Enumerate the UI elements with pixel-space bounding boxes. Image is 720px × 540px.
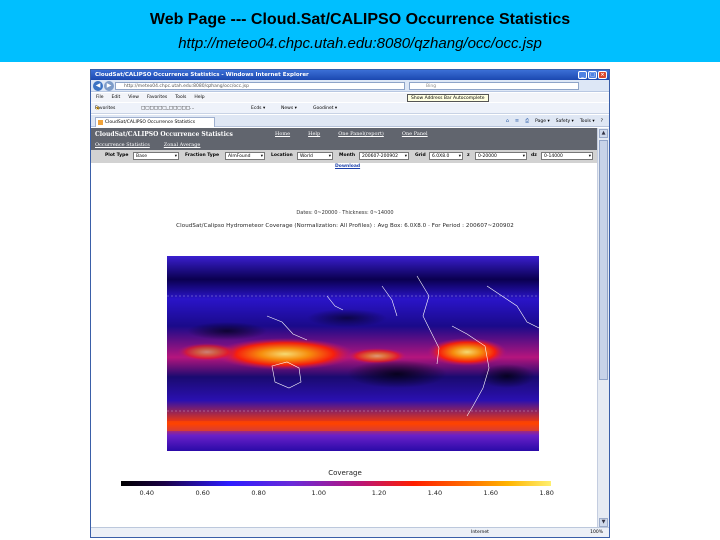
month-select[interactable]: 200607-200902 (359, 152, 409, 160)
window-title: CloudSat/CALIPSO Occurrence Statistics -… (95, 72, 309, 78)
tab-zonal-average[interactable]: Zonal Average (164, 142, 201, 148)
page-content: CloudSat/CALIPSO Occurrence Statistics H… (91, 128, 599, 528)
slide-title: Web Page --- Cloud.Sat/CALIPSO Occurrenc… (149, 11, 571, 28)
fav-link[interactable]: □□□□□□_□□□□□... (141, 103, 194, 114)
forward-icon[interactable]: ▶ (104, 81, 114, 91)
colorbar-ticks: 0.40 0.60 0.80 1.00 1.20 1.40 1.60 1.80 (121, 489, 554, 499)
dz-select[interactable]: 0-14000 (541, 152, 593, 160)
z-select[interactable]: 0-20000 (475, 152, 527, 160)
menu-file[interactable]: File (96, 93, 104, 102)
page-icon (98, 120, 103, 125)
location-select[interactable]: World (297, 152, 333, 160)
link-home[interactable]: Home (275, 131, 290, 137)
status-zone: Internet (471, 530, 489, 535)
favorites-bar: ★ Favorites □□□□□□_□□□□□... Ecds ▾ News … (91, 103, 609, 114)
control-bar: Plot Type Base Fraction Type AlmFound Lo… (91, 150, 599, 163)
download-link[interactable]: Download (335, 164, 360, 169)
link-help[interactable]: Help (308, 131, 320, 137)
colorbar-tick-label: 1.80 (539, 489, 554, 497)
menu-favorites[interactable]: Favorites (147, 93, 167, 102)
location-label: Location (271, 153, 293, 158)
colorbar (121, 481, 551, 486)
vertical-scrollbar[interactable]: ▲ ▼ (597, 128, 609, 528)
slide-url: http://meteo04.chpc.utah.edu:8080/qzhang… (178, 35, 542, 52)
scroll-down-icon[interactable]: ▼ (599, 518, 608, 527)
site-links: Home Help One Panel(report) One Panel (275, 131, 428, 137)
menu-edit[interactable]: Edit (112, 93, 121, 102)
colorbar-tick-label: 1.20 (371, 489, 387, 497)
site-tabs: Occurrence Statistics Zonal Average (95, 142, 200, 148)
maximize-button[interactable]: □ (588, 71, 597, 79)
scroll-thumb[interactable] (599, 140, 608, 380)
month-label: Month (339, 153, 356, 158)
address-text: http://meteo04.chpc.utah.edu:8080/qzhang… (124, 84, 249, 89)
site-header: CloudSat/CALIPSO Occurrence Statistics H… (91, 128, 599, 150)
tab-bar: CloudSat/CALIPSO Occurrence Statistics ⌂… (91, 115, 609, 127)
minimize-button[interactable]: _ (578, 71, 587, 79)
fav-link[interactable]: Ecds ▾ (251, 103, 265, 114)
fraction-type-select[interactable]: AlmFound (225, 152, 265, 160)
grid-select[interactable]: 6.0X8.0 (429, 152, 463, 160)
dz-label: dz (531, 153, 537, 158)
grid-label: Grid (415, 153, 426, 158)
menu-help[interactable]: Help (194, 93, 204, 102)
z-label: z (467, 153, 470, 158)
window-titlebar: CloudSat/CALIPSO Occurrence Statistics -… (91, 70, 609, 80)
coverage-map (167, 256, 539, 451)
close-button[interactable]: × (598, 71, 607, 79)
dates-line: Dates: 0~20000 · Thickness: 0~14000 (296, 210, 394, 216)
cmd-tools[interactable]: Tools ▾ (580, 117, 595, 126)
cmd-help[interactable]: ? (601, 117, 603, 126)
cmd-safety[interactable]: Safety ▾ (556, 117, 574, 126)
command-bar: ⌂ ≡ ⎙ Page ▾ Safety ▾ Tools ▾ ? (506, 117, 603, 126)
address-toolbar: ◀ ▶ http://meteo04.chpc.utah.edu:8080/qz… (91, 80, 609, 92)
fav-link[interactable]: News ▾ (281, 103, 297, 114)
slide-header: Web Page --- Cloud.Sat/CALIPSO Occurrenc… (0, 0, 720, 62)
scroll-up-icon[interactable]: ▲ (599, 129, 608, 138)
plot-type-select[interactable]: Base (133, 152, 179, 160)
status-bar: Internet 100% (91, 527, 609, 537)
site-title: CloudSat/CALIPSO Occurrence Statistics (95, 131, 233, 138)
search-input[interactable]: Bing (409, 82, 579, 90)
address-bar[interactable]: http://meteo04.chpc.utah.edu:8080/qzhang… (115, 82, 405, 90)
search-placeholder: Bing (426, 84, 437, 89)
colorbar-tick-label: 1.40 (427, 489, 443, 497)
plot-title: CloudSat/Calipso Hydrometeor Coverage (N… (176, 223, 514, 229)
colorbar-tick-label: 0.60 (195, 489, 210, 497)
menu-tools[interactable]: Tools (175, 93, 186, 102)
print-icon[interactable]: ⎙ (525, 117, 529, 126)
home-icon[interactable]: ⌂ (506, 117, 509, 126)
browser-window: CloudSat/CALIPSO Occurrence Statistics -… (90, 69, 610, 538)
colorbar-title: Coverage (328, 469, 362, 477)
zoom-level[interactable]: 100% (590, 528, 603, 537)
tab-label: CloudSat/CALIPSO Occurrence Statistics (105, 120, 196, 125)
menu-view[interactable]: View (128, 93, 139, 102)
tab-occurrence-statistics[interactable]: Occurrence Statistics (95, 142, 150, 148)
link-one-panel[interactable]: One Panel (402, 131, 428, 137)
colorbar-tick-label: 0.40 (139, 489, 155, 497)
back-icon[interactable]: ◀ (93, 81, 103, 91)
fav-link[interactable]: Goodinet ▾ (313, 103, 337, 114)
menu-bar: File Edit View Favorites Tools Help (91, 93, 609, 102)
link-one-panel-report[interactable]: One Panel(report) (338, 131, 384, 137)
cmd-page[interactable]: Page ▾ (535, 117, 550, 126)
fraction-type-label: Fraction Type (185, 153, 220, 158)
colorbar-tick-label: 1.60 (483, 489, 499, 497)
autocomplete-tooltip: Show Address Bar Autocomplete (407, 94, 489, 102)
colorbar-tick-label: 1.00 (311, 489, 327, 497)
feeds-icon[interactable]: ≡ (515, 117, 519, 126)
plot-type-label: Plot Type (105, 153, 129, 158)
browser-tab[interactable]: CloudSat/CALIPSO Occurrence Statistics (95, 117, 215, 127)
colorbar-tick-label: 0.80 (251, 489, 266, 497)
